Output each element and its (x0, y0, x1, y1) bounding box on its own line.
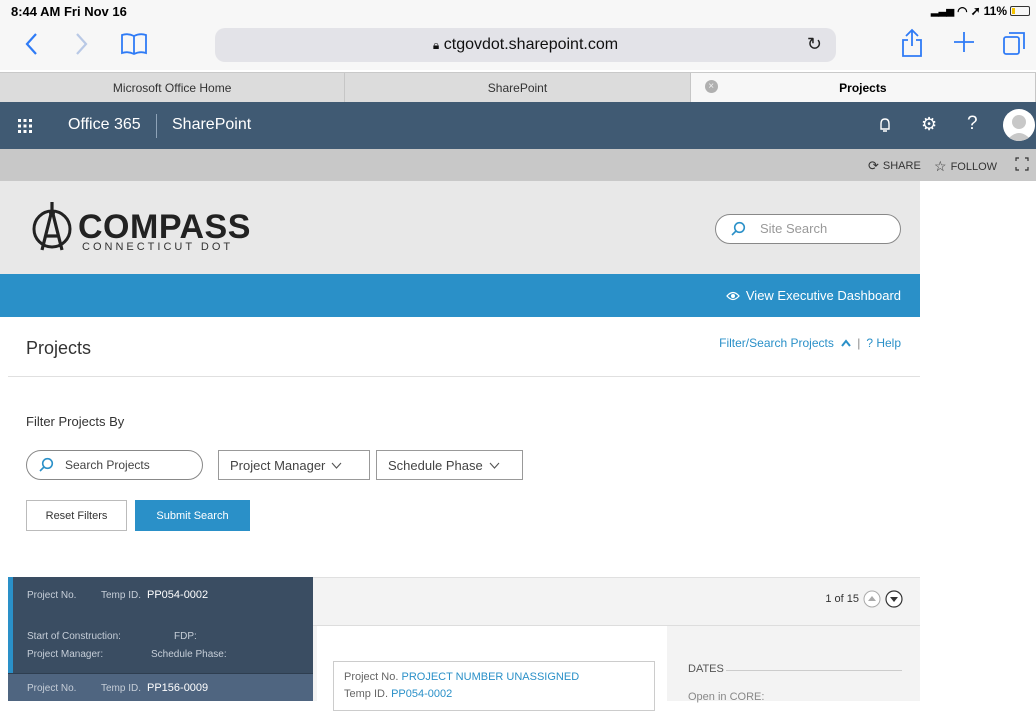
project-no-value[interactable]: PROJECT NUMBER UNASSIGNED (401, 671, 579, 683)
bookmarks-icon[interactable] (120, 32, 148, 56)
dates-divider (726, 670, 902, 671)
chevron-down-icon (331, 462, 342, 469)
project-detail: 1 of 15 Project No. PROJECT NUMBER UNASS… (313, 577, 920, 711)
url-text: 🔒︎ ctgovdot.sharepoint.com (432, 36, 619, 53)
dates-heading: DATES (688, 663, 724, 675)
status-time: 8:44 AM Fri Nov 16 (11, 4, 127, 19)
signal-icon: ▂▃▅ (931, 5, 955, 17)
project-card[interactable]: Project No. Temp ID. PP156-0009 (8, 673, 313, 701)
previous-arrow-icon[interactable] (863, 590, 881, 608)
battery-icon (1010, 6, 1030, 16)
tabs-overview-icon[interactable] (1002, 30, 1026, 56)
right-gutter (920, 181, 1036, 701)
lock-icon: 🔒︎ (432, 38, 440, 52)
help-link[interactable]: ? Help (866, 336, 901, 350)
temp-id-row: Temp ID. PP054-0002 (344, 688, 453, 700)
browser-toolbar: 🔒︎ ctgovdot.sharepoint.com ↻ (0, 22, 1036, 70)
pager-text: 1 of 15 (825, 593, 859, 605)
office-365-link[interactable]: Office 365 (68, 116, 141, 134)
fdp-label: FDP: (174, 631, 197, 642)
focus-mode-icon[interactable] (1015, 157, 1029, 171)
next-arrow-icon[interactable] (885, 590, 903, 608)
close-tab-icon[interactable]: × (704, 80, 718, 93)
project-manager-dropdown[interactable]: Project Manager (218, 450, 370, 480)
project-list: Project No. Temp ID. PP054-0002 Start of… (8, 577, 313, 701)
search-projects-input[interactable] (65, 458, 195, 472)
link-separator: | (857, 336, 861, 350)
app-launcher-icon[interactable] (14, 115, 36, 137)
location-icon: ➚ (970, 4, 981, 18)
command-bar: ⟳ SHARE ☆ FOLLOW (0, 149, 1036, 181)
detail-card: Project No. PROJECT NUMBER UNASSIGNED Te… (317, 626, 667, 711)
page-title: Projects (26, 338, 92, 358)
submit-search-button[interactable]: Submit Search (135, 500, 250, 531)
star-icon: ☆ (934, 158, 947, 174)
reset-filters-button[interactable]: Reset Filters (26, 500, 127, 531)
dates-section: DATES Open in CORE: (668, 626, 920, 703)
project-no-label: Project No. (27, 683, 77, 694)
project-manager-label: Project Manager: (27, 649, 104, 660)
new-tab-icon[interactable] (952, 30, 976, 54)
forward-icon[interactable] (75, 32, 89, 56)
view-executive-dashboard-link[interactable]: View Executive Dashboard (726, 288, 901, 303)
site-search[interactable] (715, 214, 901, 244)
battery-percent: 11% (983, 4, 1007, 18)
search-projects[interactable] (26, 450, 203, 480)
search-icon (38, 457, 54, 473)
wifi-icon: ◠ (957, 4, 968, 18)
dashboard-bar: View Executive Dashboard (0, 274, 920, 317)
project-no-row: Project No. PROJECT NUMBER UNASSIGNED (344, 671, 580, 683)
avatar[interactable] (1003, 109, 1035, 141)
logo-subtitle: CONNECTICUT DOT (82, 241, 234, 253)
share-button[interactable]: ⟳ SHARE (868, 158, 921, 174)
schedule-phase-dropdown[interactable]: Schedule Phase (376, 450, 523, 480)
open-in-core-label: Open in CORE: (688, 691, 765, 703)
share-icon: ⟳ (868, 158, 879, 173)
temp-id-label: Temp ID. (101, 683, 142, 694)
reload-icon[interactable]: ↻ (807, 34, 822, 55)
tab-microsoft-office-home[interactable]: Microsoft Office Home (0, 73, 346, 102)
project-no-label: Project No. (27, 590, 77, 601)
chevron-down-icon (489, 462, 500, 469)
pager: 1 of 15 (825, 590, 903, 608)
status-indicators: ▂▃▅ ◠ ➚ 11% (931, 4, 1030, 18)
help-icon[interactable]: ? (967, 113, 978, 135)
temp-id-link[interactable]: PP054-0002 (391, 688, 452, 700)
schedule-phase-label: Schedule Phase: (151, 649, 227, 660)
temp-id-value: PP156-0009 (147, 682, 209, 694)
suite-divider (156, 114, 157, 138)
search-icon (730, 221, 746, 237)
temp-id-value: PP054-0002 (147, 589, 209, 601)
back-icon[interactable] (24, 32, 38, 56)
detail-header: 1 of 15 (313, 578, 920, 626)
chevron-up-icon (841, 336, 851, 350)
tab-sharepoint[interactable]: SharePoint (345, 73, 691, 102)
follow-button[interactable]: ☆ FOLLOW (934, 158, 997, 175)
page-actions: Filter/Search Projects | ? Help (719, 336, 901, 350)
title-divider (8, 376, 920, 377)
filter-search-projects-link[interactable]: Filter/Search Projects (719, 336, 851, 350)
compass-icon (30, 200, 74, 256)
browser-tabs: Microsoft Office Home SharePoint × Proje… (0, 72, 1036, 102)
address-bar[interactable]: 🔒︎ ctgovdot.sharepoint.com ↻ (215, 28, 836, 62)
project-info-box: Project No. PROJECT NUMBER UNASSIGNED Te… (333, 661, 655, 711)
filter-heading: Filter Projects By (26, 414, 125, 429)
eye-icon (726, 291, 740, 301)
tab-projects[interactable]: × Projects (690, 73, 1036, 102)
settings-gear-icon[interactable]: ⚙ (921, 114, 937, 135)
site-search-input[interactable] (760, 221, 890, 236)
temp-id-label: Temp ID. (101, 590, 142, 601)
status-bar: 8:44 AM Fri Nov 16 ▂▃▅ ◠ ➚ 11% (0, 0, 1036, 22)
suite-bar: Office 365 SharePoint ⚙ ? (0, 102, 1036, 149)
notifications-icon[interactable] (877, 116, 893, 134)
site-header: COMPASS CONNECTICUT DOT (0, 181, 920, 274)
sharepoint-link[interactable]: SharePoint (172, 116, 251, 134)
project-card[interactable]: Project No. Temp ID. PP054-0002 Start of… (8, 577, 313, 673)
start-of-construction-label: Start of Construction: (27, 631, 121, 642)
share-sheet-icon[interactable] (901, 28, 923, 58)
